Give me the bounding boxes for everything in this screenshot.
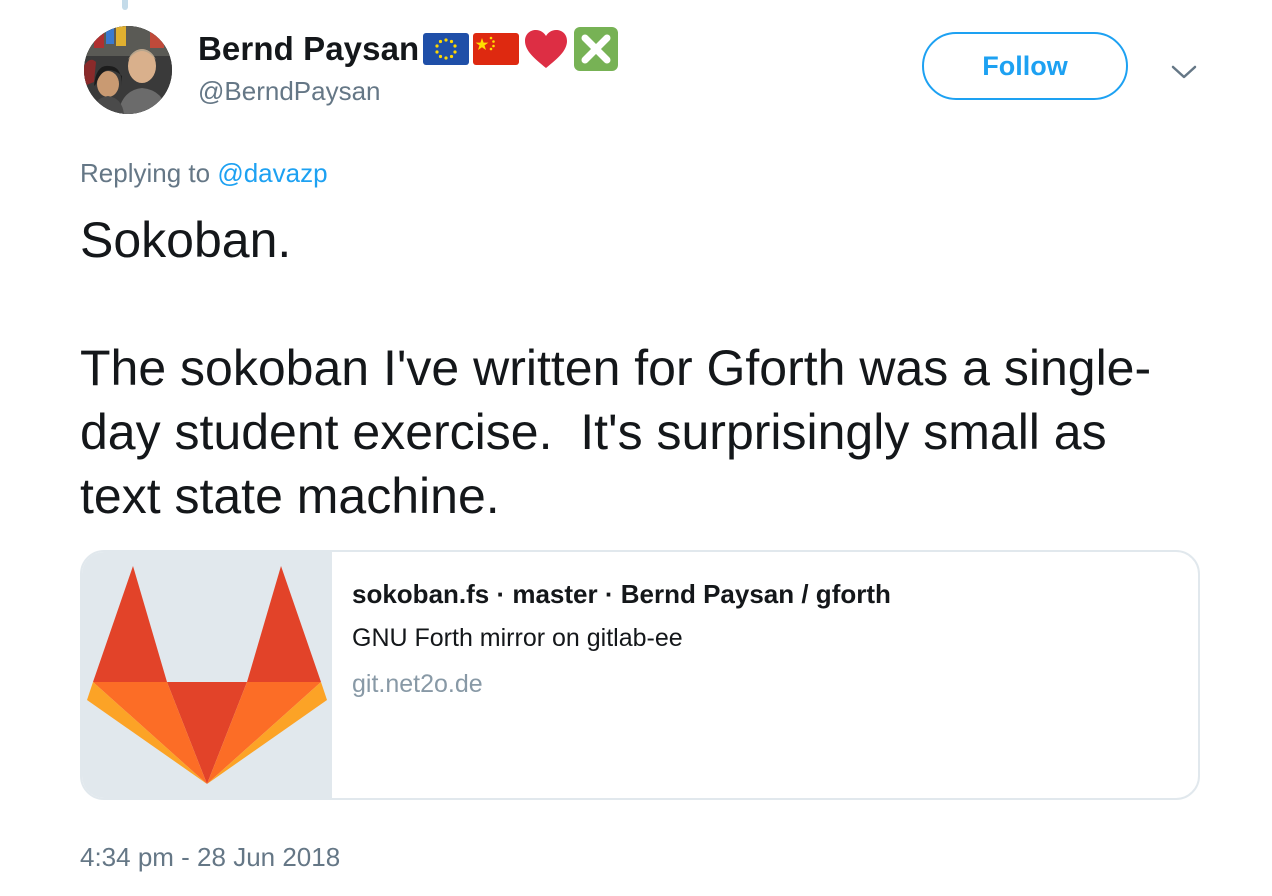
thread-connector-line — [122, 0, 128, 10]
card-image — [82, 552, 332, 798]
follow-button[interactable]: Follow — [922, 32, 1128, 100]
author-display-name[interactable]: Bernd Paysan — [198, 30, 419, 68]
china-flag-icon — [473, 33, 520, 65]
replying-to-label: Replying to — [80, 158, 218, 188]
gitlab-fox-logo — [87, 566, 327, 784]
link-preview-card[interactable]: sokoban.fs · master · Bernd Paysan / gfo… — [80, 550, 1200, 800]
tweet-page: Bernd Paysan @BerndPaysan Follow Replyin… — [0, 0, 1272, 896]
name-emoji-group — [423, 26, 619, 72]
chevron-down-icon — [1171, 65, 1197, 79]
cross-mark-button-icon — [574, 27, 619, 71]
tweet-timestamp[interactable]: 4:34 pm - 28 Jun 2018 — [80, 842, 340, 873]
avatar[interactable] — [84, 26, 172, 114]
eu-flag-icon — [423, 33, 470, 65]
author-name-row[interactable]: Bernd Paysan — [198, 26, 619, 72]
tweet-text: Sokoban. The sokoban I've written for Gf… — [80, 212, 1152, 524]
replying-to-line: Replying to @davazp — [80, 158, 328, 189]
reply-mention-link[interactable]: @davazp — [217, 158, 327, 188]
red-heart-icon — [525, 30, 568, 68]
card-body: sokoban.fs · master · Bernd Paysan / gfo… — [332, 552, 911, 798]
card-domain: git.net2o.de — [352, 670, 483, 698]
card-description: GNU Forth mirror on gitlab-ee — [352, 624, 683, 652]
card-title[interactable]: sokoban.fs · master · Bernd Paysan / gfo… — [352, 578, 891, 610]
more-options-button[interactable] — [1170, 60, 1198, 84]
author-handle[interactable]: @BerndPaysan — [198, 76, 381, 107]
